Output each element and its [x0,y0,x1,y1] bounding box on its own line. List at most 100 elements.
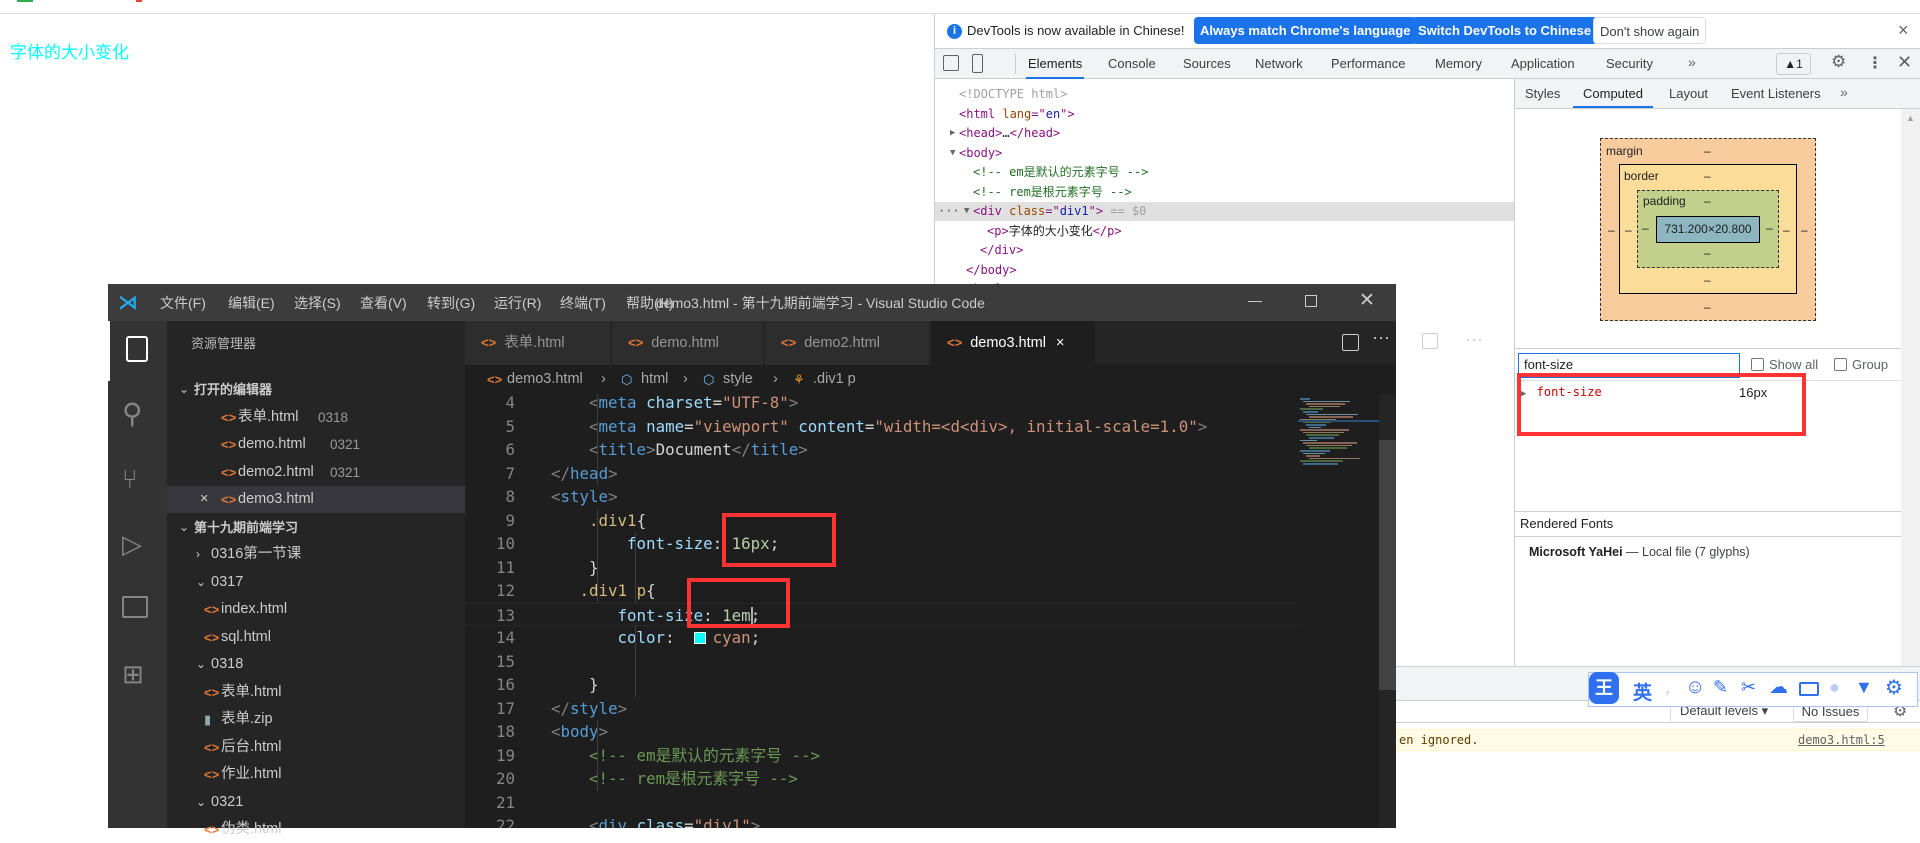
explorer-files-icon[interactable] [126,336,148,362]
dom-node-row[interactable]: ▶ <head>…</head> [935,124,1514,143]
computed-filter-input[interactable]: font-size [1518,353,1740,378]
split-editor-icon[interactable] [1422,333,1438,349]
dont-show-again-button[interactable]: Don't show again [1593,17,1707,44]
inspect-element-icon[interactable] [943,55,959,71]
collapse-arrow-icon[interactable]: ▼ [964,202,969,221]
menu-item[interactable]: 文件(F) [160,293,206,313]
dom-node-row[interactable]: <html lang="en"> [935,105,1514,124]
menu-item[interactable]: 编辑(E) [228,293,275,313]
file-item[interactable]: <> 伪类.html [167,816,465,843]
folder-item[interactable]: › 0316第一节课 [167,541,465,568]
tab-sources[interactable]: Sources [1181,49,1233,79]
settings-gear-icon[interactable]: ⚙ [1831,52,1846,72]
editor-tab[interactable]: <> demo.html [612,321,764,365]
file-item[interactable]: <> demo.html 0321 [167,431,465,458]
sidebar-tab-computed[interactable]: Computed [1573,79,1653,108]
sidebar-tab-layout[interactable]: Layout [1669,79,1708,108]
dom-node-row[interactable]: ▼ <body> [935,144,1514,163]
editor-tab[interactable]: <> demo3.html × [931,321,1096,365]
code-line[interactable]: 8 <style> [465,485,1298,509]
scrollbar-thumb[interactable] [1379,440,1396,690]
show-all-checkbox[interactable] [1751,358,1764,371]
close-tab-icon[interactable]: × [1056,335,1064,351]
skin-shirt-icon[interactable]: ▼ [1855,677,1873,698]
source-control-icon[interactable]: ⑂ [122,464,152,494]
group-checkbox[interactable] [1834,358,1847,371]
always-match-language-button[interactable]: Always match Chrome's language [1194,17,1417,44]
breadcrumb-item[interactable]: .div1 p [813,365,856,394]
code-line[interactable]: 15 [465,650,1298,674]
scroll-up-icon[interactable]: ▲ [1906,113,1915,123]
code-line[interactable]: 19 <!-- em是默认的元素字号 --> [465,744,1298,768]
menu-item[interactable]: 查看(V) [360,293,407,313]
ime-settings-icon[interactable]: ⚙ [1885,675,1903,700]
code-line[interactable]: 10 font-size: 16px; [465,532,1298,556]
split-editor-icon[interactable] [1342,334,1359,351]
device-toolbar-icon[interactable] [972,54,983,73]
folder-item[interactable]: ⌄ 0321 [167,789,465,816]
tab-performance[interactable]: Performance [1329,49,1407,79]
tab-elements[interactable]: Elements [1026,49,1085,79]
explorer-section[interactable]: ⌄ 打开的编辑器 [167,376,465,403]
file-item[interactable]: <> 表单.html [167,679,465,706]
more-tabs-button[interactable]: » [1688,54,1696,70]
file-item[interactable]: <> 后台.html [167,734,465,761]
dom-node-row[interactable]: ··· ▼ <div class="div1"> == $0 [935,202,1514,221]
ime-mode-toggle[interactable]: 英 [1633,678,1652,705]
minimap[interactable] [1298,394,1379,494]
editor-scrollbar[interactable] [1379,394,1396,828]
more-actions-icon[interactable]: ··· [1372,327,1390,348]
switch-to-chinese-button[interactable]: Switch DevTools to Chinese [1412,17,1598,44]
close-infobar-icon[interactable]: × [1898,20,1909,41]
pen-icon[interactable]: ✎ [1713,677,1728,698]
file-item[interactable]: ▮ 表单.zip [167,706,465,733]
code-line[interactable]: 9 .div1{ [465,509,1298,533]
sidebar-tab-event-listeners[interactable]: Event Listeners [1731,79,1821,108]
editor-tab[interactable]: <> demo2.html [765,321,930,365]
tab-console[interactable]: Console [1106,49,1158,79]
expand-arrow-icon[interactable]: ▶ [1521,389,1526,399]
editor-tab[interactable]: <> 表单.html [465,321,611,365]
breadcrumb-item[interactable]: html [641,365,668,394]
tab-application[interactable]: Application [1509,49,1577,79]
emoji-icon[interactable]: ☺ [1685,676,1705,699]
dom-node-row[interactable]: <!-- em是默认的元素字号 --> [935,163,1514,182]
menu-item[interactable]: 转到(G) [427,293,475,313]
folder-item[interactable]: ⌄ 0317 [167,569,465,596]
code-line[interactable]: 16} [465,673,1298,697]
code-line[interactable]: 11} [465,556,1298,580]
file-item[interactable]: <> 表单.html 0318 [167,404,465,431]
color-swatch[interactable] [693,632,706,644]
extensions-icon[interactable]: ⊞ [122,659,152,689]
run-debug-icon[interactable]: ▷ [122,529,152,559]
file-item[interactable]: <> demo2.html 0321 [167,459,465,486]
expand-arrow-icon[interactable]: ▶ [950,124,955,143]
dom-node-row[interactable]: </body> [935,261,1514,280]
code-line[interactable]: 17 </style> [465,697,1298,721]
tab-security[interactable]: Security [1604,49,1655,79]
dom-node-row[interactable]: <p>字体的大小变化</p> [935,222,1514,241]
code-line[interactable]: 21 [465,791,1298,815]
tab-network[interactable]: Network [1253,49,1305,79]
kebab-menu-icon[interactable]: ⋮ [1867,53,1883,73]
warning-source-link[interactable]: demo3.html:5 [1798,730,1885,750]
menu-item[interactable]: 终端(T) [560,293,606,313]
file-item[interactable]: <> 作业.html [167,761,465,788]
menu-item[interactable]: 选择(S) [294,293,341,313]
cloud-icon[interactable]: ☁ [1769,676,1788,699]
sidebar-scrollbar[interactable]: ▲ [1901,109,1920,666]
code-line[interactable]: 12 .div1 p{ [465,579,1298,603]
close-devtools-icon[interactable]: ✕ [1897,52,1912,73]
node-actions-icon[interactable]: ··· [938,202,960,221]
breadcrumb-item[interactable]: demo3.html [507,365,583,394]
ime-logo[interactable]: 王 [1589,672,1619,704]
code-line[interactable]: 20 <!-- rem是根元素字号 --> [465,767,1298,791]
explorer-section[interactable]: ⌄ 第十九期前端学习 [167,514,465,541]
dom-node-row[interactable]: </div> [935,241,1514,260]
maximize-icon[interactable] [1305,295,1317,307]
computed-property-row[interactable]: ▶ font-size 16px [1521,385,1901,405]
menu-item[interactable]: 运行(R) [494,293,541,313]
code-line[interactable]: 13 font-size: 1em; [465,602,1298,626]
dom-node-row[interactable]: <!-- rem是根元素字号 --> [935,183,1514,202]
code-line[interactable]: 14 color: cyan; [465,626,1298,650]
